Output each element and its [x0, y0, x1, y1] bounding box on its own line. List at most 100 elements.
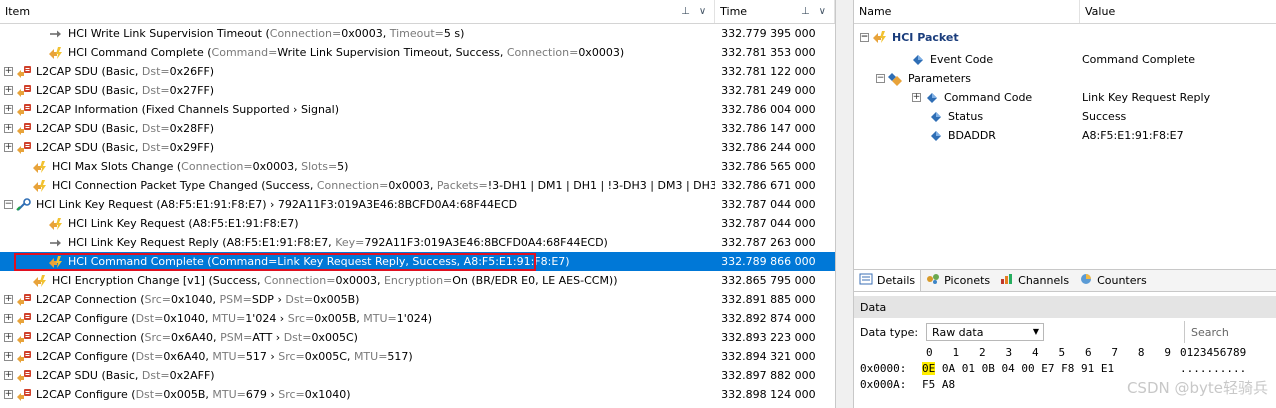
table-row[interactable]: HCI Encryption Change [v1] (Success, Con…	[0, 271, 835, 290]
item-column-header[interactable]: Item ⊥ ∨	[0, 0, 716, 23]
collapse-icon[interactable]: −	[876, 74, 885, 83]
data-type-select[interactable]: Raw data ▼	[926, 323, 1045, 341]
expand-icon[interactable]: +	[4, 67, 13, 76]
table-row[interactable]: + L2CAP Configure (Dst=0x1040, MTU=1'024 …	[0, 309, 835, 328]
table-row[interactable]: + L2CAP Configure (Dst=0x6A40, MTU=517 › …	[0, 347, 835, 366]
value-column-header[interactable]: Value	[1080, 0, 1276, 23]
table-row[interactable]: HCI Write Link Supervision Timeout (Conn…	[0, 24, 835, 43]
expand-icon[interactable]: +	[4, 143, 13, 152]
search-input[interactable]: Search	[1184, 321, 1276, 343]
splitter[interactable]	[836, 0, 854, 408]
table-row[interactable]: + L2CAP SDU (Basic, Dst=0x28FF) 332.786 14…	[0, 119, 835, 138]
tab-counters[interactable]: Counters	[1074, 270, 1152, 291]
item-cell: HCI Link Key Request (A8:F5:E1:91:F8:E7)	[0, 214, 715, 233]
table-row[interactable]: HCI Link Key Request Reply (A8:F5:E1:91:…	[0, 233, 835, 252]
expand-icon[interactable]: +	[4, 333, 13, 342]
name-column-header[interactable]: Name	[854, 0, 1080, 23]
hex-byte[interactable]: 0B	[982, 362, 995, 375]
expand-icon[interactable]: +	[912, 93, 921, 102]
hex-byte[interactable]: A8	[942, 378, 955, 391]
l2cap-icon	[16, 103, 32, 117]
param-name: Dst=	[141, 369, 170, 382]
expand-icon[interactable]: +	[4, 105, 13, 114]
chevron-down-icon: ▼	[1032, 327, 1040, 336]
chevron-down-icon[interactable]: ∨	[699, 6, 706, 17]
event-icon	[32, 274, 48, 288]
field-row[interactable]: − Parameters	[854, 69, 1276, 88]
table-row[interactable]: HCI Max Slots Change (Connection=0x0003,…	[0, 157, 835, 176]
time-column-header[interactable]: Time ⊥ ∨	[715, 0, 835, 23]
field-row[interactable]: Status Success	[854, 107, 1276, 126]
item-text: L2CAP SDU (Basic, Dst=0x28FF)	[36, 122, 214, 135]
hci-packet-node[interactable]: − HCI Packet	[854, 24, 1276, 50]
field-row[interactable]: + Command Code Link Key Request Reply	[854, 88, 1276, 107]
param-name: Encryption=	[383, 274, 453, 287]
expand-icon[interactable]: +	[4, 352, 13, 361]
text-fragment: 0x005B,	[163, 388, 213, 401]
expand-icon[interactable]: +	[4, 124, 13, 133]
table-row[interactable]: + L2CAP Information (Fixed Channels Suppo…	[0, 100, 835, 119]
table-row[interactable]: HCI Link Key Request (A8:F5:E1:91:F8:E7)…	[0, 214, 835, 233]
hex-byte[interactable]: 91	[1081, 362, 1094, 375]
field-value: Link Key Request Reply	[1082, 91, 1211, 104]
text-fragment: HCI Encryption Change [v1] (Success,	[52, 274, 265, 287]
table-row[interactable]: + L2CAP SDU (Basic, Dst=0x29FF) 332.786 24…	[0, 138, 835, 157]
text-fragment: L2CAP SDU (Basic,	[36, 65, 142, 78]
table-row-selected[interactable]: HCI Command Complete (Command=Link Key R…	[0, 252, 835, 271]
time-cell: 332.781 249 000	[721, 84, 816, 97]
table-row[interactable]: + L2CAP Configure (Dst=0x005B, MTU=679 › …	[0, 385, 835, 404]
packet-list-header: Item ⊥ ∨ Time ⊥ ∨	[0, 0, 835, 24]
tab-channels[interactable]: Channels	[995, 270, 1074, 291]
hex-byte[interactable]: 00	[1021, 362, 1034, 375]
tab-details[interactable]: Details	[854, 270, 922, 291]
table-row[interactable]: + L2CAP Connection (Src=0x6A40, PSM=ATT ›…	[0, 328, 835, 347]
field-row[interactable]: BDADDR A8:F5:E1:91:F8:E7	[854, 126, 1276, 145]
hex-byte[interactable]: 01	[962, 362, 975, 375]
item-cell: + L2CAP SDU (Basic, Dst=0x2AFF)	[0, 366, 715, 385]
hex-byte[interactable]: 0E	[922, 361, 936, 375]
collapse-icon[interactable]: −	[4, 200, 13, 209]
text-fragment: 5)	[337, 160, 349, 173]
param-name: Dst=	[283, 331, 312, 344]
item-cell: + L2CAP Connection (Src=0x1040, PSM=SDP ›…	[0, 290, 715, 309]
table-row[interactable]: + L2CAP SDU (Basic, Dst=0x27FF) 332.781 24…	[0, 81, 835, 100]
text-fragment: 0x26FF)	[169, 65, 215, 78]
tab-piconets[interactable]: Piconets	[921, 270, 995, 291]
chevron-down-icon[interactable]: ∨	[819, 6, 826, 17]
hex-byte[interactable]: F5	[922, 378, 935, 391]
expand-icon[interactable]: +	[4, 371, 13, 380]
table-row[interactable]: + L2CAP SDU (Basic, Dst=0x2AFF) 332.897 88…	[0, 366, 835, 385]
pin-icon[interactable]: ⊥	[801, 6, 810, 17]
arrow-right-icon	[48, 236, 64, 250]
table-row[interactable]: + L2CAP SDU (Basic, Dst=0x26FF) 332.781 12…	[0, 62, 835, 81]
item-text: HCI Write Link Supervision Timeout (Conn…	[68, 27, 464, 40]
table-row[interactable]: HCI Command Complete (Command=Write Link…	[0, 43, 835, 62]
expand-icon[interactable]: +	[4, 86, 13, 95]
hex-byte[interactable]: 0A	[942, 362, 955, 375]
hex-byte[interactable]: 04	[1002, 362, 1015, 375]
time-cell: 332.786 244 000	[721, 141, 816, 154]
data-type-label: Data type:	[860, 325, 919, 339]
expand-icon[interactable]: +	[4, 314, 13, 323]
param-name: Timeout=	[389, 27, 444, 40]
field-row[interactable]: Event Code Command Complete	[854, 50, 1276, 69]
value-column-label: Value	[1085, 5, 1116, 18]
pin-icon[interactable]: ⊥	[681, 6, 690, 17]
hex-byte[interactable]: F8	[1061, 362, 1074, 375]
param-name: Src=	[278, 388, 305, 401]
text-fragment: L2CAP SDU (Basic,	[36, 141, 142, 154]
table-row[interactable]: + L2CAP Connection (Src=0x1040, PSM=SDP ›…	[0, 290, 835, 309]
param-name: Dst=	[285, 293, 314, 306]
hex-byte[interactable]: E1	[1101, 362, 1114, 375]
expand-icon[interactable]: +	[4, 295, 13, 304]
text-fragment: 0x27FF)	[169, 84, 215, 97]
time-cell: 332.786 565 000	[721, 160, 816, 173]
param-name: Dst=	[141, 65, 170, 78]
table-row[interactable]: − HCI Link Key Request (A8:F5:E1:91:F8:E7…	[0, 195, 835, 214]
field-icon	[928, 110, 944, 124]
time-cell: 332.865 795 000	[721, 274, 816, 287]
collapse-icon[interactable]: −	[860, 32, 869, 42]
table-row[interactable]: HCI Connection Packet Type Changed (Succ…	[0, 176, 835, 195]
hex-byte[interactable]: E7	[1041, 362, 1054, 375]
expand-icon[interactable]: +	[4, 390, 13, 399]
